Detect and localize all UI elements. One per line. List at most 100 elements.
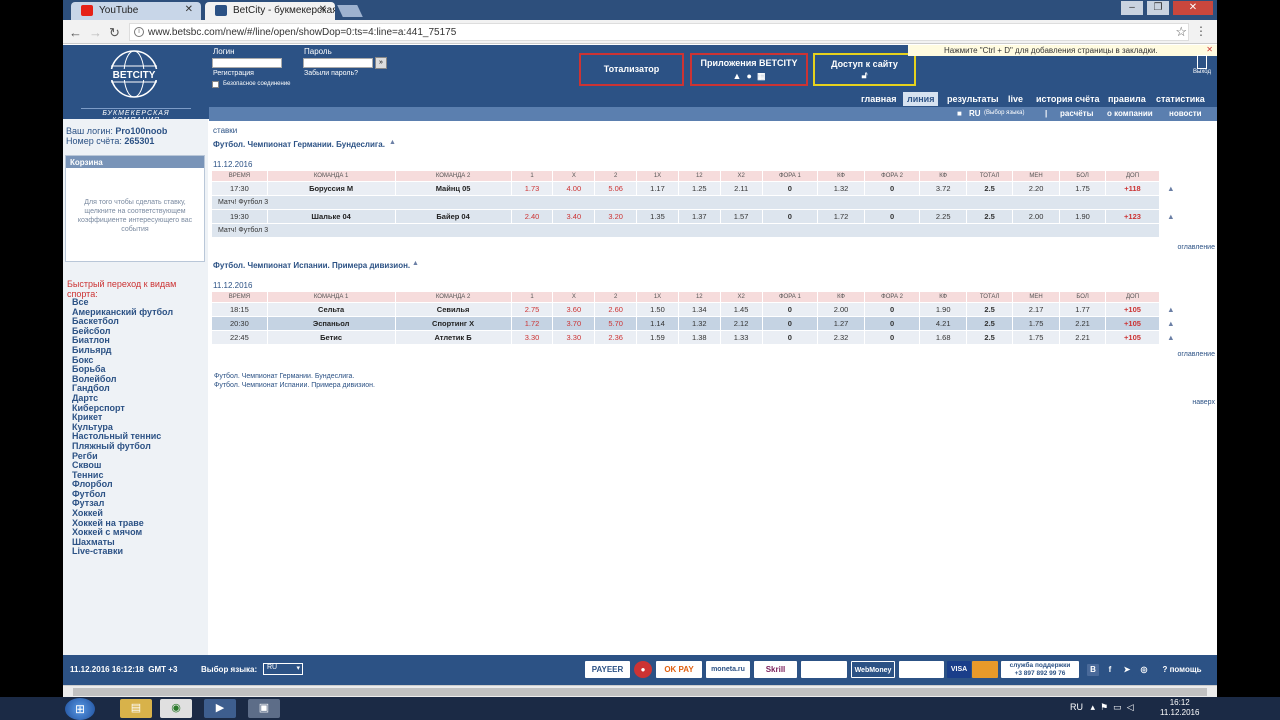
odds-cell[interactable]: 2.32 (817, 330, 865, 345)
secure-checkbox[interactable] (212, 81, 219, 88)
footer-lang-select[interactable]: RU ▾ (263, 663, 303, 675)
footer-section-link[interactable]: Футбол. Чемпионат Испании. Примера дивиз… (214, 382, 375, 389)
totalizator-button[interactable]: Тотализатор (579, 53, 684, 86)
menu-icon[interactable]: ⋮ (1195, 24, 1207, 38)
skrill-logo[interactable]: Skrill (754, 661, 797, 678)
stats-icon[interactable]: ▲ (1158, 316, 1184, 331)
odds-cell[interactable]: 1.45 (719, 302, 763, 317)
nav-live[interactable]: live (1008, 94, 1023, 104)
odds-cell[interactable]: 3.30 (552, 330, 596, 345)
odds-cell[interactable]: 2.5 (965, 302, 1014, 317)
maximize-button[interactable]: ❐ (1147, 1, 1169, 15)
odds-cell[interactable]: 1.17 (636, 181, 679, 196)
close-icon[interactable]: ✕ (319, 4, 327, 15)
login-input[interactable] (212, 58, 282, 68)
odds-cell[interactable]: 2.25 (919, 209, 967, 224)
odds-cell[interactable]: 2.5 (965, 330, 1014, 345)
odds-cell[interactable]: 2.00 (817, 302, 865, 317)
explorer-icon[interactable]: ▤ (120, 699, 152, 718)
toc-link[interactable]: оглавление (1178, 244, 1215, 251)
odds-cell[interactable]: 0 (863, 330, 921, 345)
odds-cell[interactable]: 0 (761, 181, 819, 196)
odds-cell[interactable]: 1.90 (919, 302, 967, 317)
odds-cell[interactable]: 1.27 (817, 316, 865, 331)
section-title[interactable]: Футбол. Чемпионат Германии. Бундеслига. (213, 140, 385, 149)
telegram-icon[interactable]: ➤ (1121, 664, 1133, 676)
odds-cell[interactable]: 4.21 (919, 316, 967, 331)
odds-cell[interactable]: 2.40 (510, 209, 554, 224)
odds-cell[interactable]: 1.68 (919, 330, 967, 345)
app-icon[interactable]: ▣ (248, 699, 280, 718)
odds-cell[interactable]: 1.72 (510, 316, 554, 331)
odds-cell[interactable]: 1.75 (1058, 181, 1107, 196)
footer-section-link[interactable]: Футбол. Чемпионат Германии. Бундеслига. (214, 373, 354, 380)
odds-cell[interactable]: 2.21 (1058, 316, 1107, 331)
tab-youtube[interactable]: YouTube ✕ (71, 2, 201, 20)
odds-cell[interactable]: 1.72 (817, 209, 865, 224)
nav-home[interactable]: главная (861, 94, 896, 104)
apps-button[interactable]: Приложения BETCITY ▲ ● ▦ (690, 53, 808, 86)
odds-cell[interactable]: 3.40 (552, 209, 596, 224)
odds-cell[interactable]: 1.34 (677, 302, 721, 317)
payment-logo[interactable] (899, 661, 944, 678)
vk-icon[interactable]: В (1087, 664, 1099, 676)
odds-cell[interactable]: 1.59 (636, 330, 679, 345)
odds-cell[interactable]: 1.37 (677, 209, 721, 224)
odds-cell[interactable]: 5.70 (594, 316, 638, 331)
odds-cell[interactable]: 1.25 (677, 181, 721, 196)
webmoney-logo[interactable]: WebMoney (851, 661, 895, 678)
odds-cell[interactable]: 1.75 (1012, 316, 1060, 331)
tab-betcity[interactable]: BetCity - букмекерская ✕ (205, 2, 335, 20)
back-icon[interactable]: ← (69, 25, 82, 40)
odds-cell[interactable]: 2.17 (1012, 302, 1060, 317)
more-odds-link[interactable]: +118 (1105, 181, 1160, 196)
chart-icon[interactable]: ▲ (389, 139, 396, 146)
more-odds-link[interactable]: +105 (1105, 316, 1160, 331)
info-icon[interactable]: i (134, 27, 144, 37)
scrollbar-thumb[interactable] (73, 688, 1207, 696)
stats-icon[interactable]: ▲ (1158, 330, 1184, 345)
site-access-button[interactable]: Доступ к сайту 🔓︎ (813, 53, 916, 86)
odds-cell[interactable]: 3.30 (510, 330, 554, 345)
nav-settlements[interactable]: расчёты (1060, 109, 1093, 118)
odds-cell[interactable]: 1.38 (677, 330, 721, 345)
chrome-icon[interactable]: ◉ (160, 699, 192, 718)
odds-cell[interactable]: 1.32 (677, 316, 721, 331)
chevron-up-icon[interactable]: ▴ (1091, 702, 1096, 712)
odds-cell[interactable]: 1.75 (1012, 330, 1060, 345)
odds-cell[interactable]: 1.77 (1058, 302, 1107, 317)
odds-cell[interactable]: 3.20 (594, 209, 638, 224)
odds-cell[interactable]: 1.50 (636, 302, 679, 317)
instagram-icon[interactable]: ◎ (1138, 664, 1150, 676)
close-icon[interactable]: ✕ (1206, 45, 1213, 54)
url-input[interactable]: i www.betsbc.com/new/#/line/open/showDop… (129, 23, 1189, 41)
facebook-icon[interactable]: f (1104, 664, 1116, 676)
network-icon[interactable]: ▭ (1113, 702, 1122, 712)
help-button[interactable]: ? помощь (1159, 661, 1205, 678)
section-title[interactable]: Футбол. Чемпионат Испании. Примера дивиз… (213, 261, 410, 270)
odds-cell[interactable]: 3.60 (552, 302, 596, 317)
odds-cell[interactable]: 0 (761, 209, 819, 224)
odds-cell[interactable]: 1.57 (719, 209, 763, 224)
login-submit-button[interactable]: » (375, 57, 387, 69)
back-to-top-link[interactable]: наверх (1192, 399, 1215, 406)
exit-button[interactable]: Выход (1192, 55, 1212, 81)
odds-cell[interactable]: 0 (863, 181, 921, 196)
tray-lang[interactable]: RU (1070, 702, 1083, 712)
payeer-logo[interactable]: PAYEER (585, 661, 630, 678)
password-input[interactable] (303, 58, 373, 68)
sport-link[interactable]: Live-ставки (72, 547, 173, 557)
lang-selector[interactable]: RU (969, 109, 981, 118)
volume-icon[interactable]: ◁ (1127, 702, 1134, 712)
odds-cell[interactable]: 2.12 (719, 316, 763, 331)
start-button[interactable]: ⊞ (65, 698, 95, 720)
odds-cell[interactable]: 0 (761, 302, 819, 317)
nav-line[interactable]: линия (903, 92, 939, 106)
stats-icon[interactable]: ▲ (1158, 181, 1184, 196)
payment-logo[interactable] (801, 661, 847, 678)
odds-cell[interactable]: 2.75 (510, 302, 554, 317)
nav-news[interactable]: новости (1169, 109, 1202, 118)
nav-history[interactable]: история счёта (1036, 94, 1100, 104)
odds-cell[interactable]: 2.11 (719, 181, 763, 196)
nav-results[interactable]: результаты (947, 94, 999, 104)
